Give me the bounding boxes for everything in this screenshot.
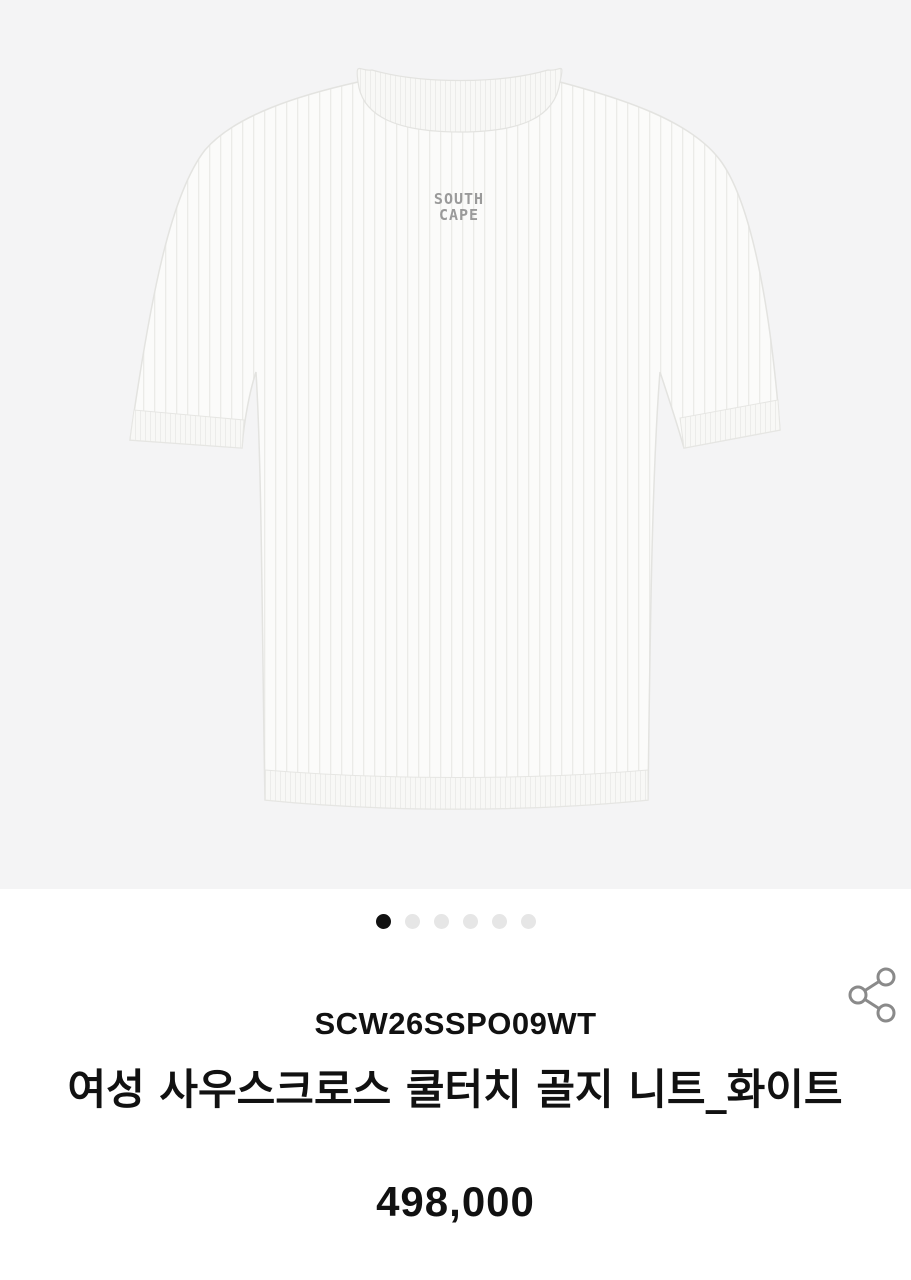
product-code: SCW26SSPO09WT: [314, 1006, 597, 1041]
product-name: 여성 사우스크로스 쿨터치 골지 니트_화이트: [67, 1065, 843, 1114]
carousel-dot-6[interactable]: [520, 914, 536, 929]
product-image[interactable]: SOUTH CAPE: [0, 0, 911, 889]
carousel-dot-4[interactable]: [462, 914, 478, 929]
product-price: 498,000: [376, 1178, 535, 1225]
carousel-dot-1[interactable]: [375, 914, 391, 929]
logo-line-2: CAPE: [439, 206, 479, 224]
carousel-indicator: [0, 914, 911, 929]
tshirt-illustration: SOUTH CAPE: [129, 67, 781, 810]
carousel-dot-2[interactable]: [404, 914, 420, 929]
carousel-dot-3[interactable]: [433, 914, 449, 929]
carousel-dot-5[interactable]: [491, 914, 507, 929]
product-detail-page: SOUTH CAPE SCW26SSPO09WT 여성 사우스크로스 쿨터치 골…: [0, 0, 911, 1280]
